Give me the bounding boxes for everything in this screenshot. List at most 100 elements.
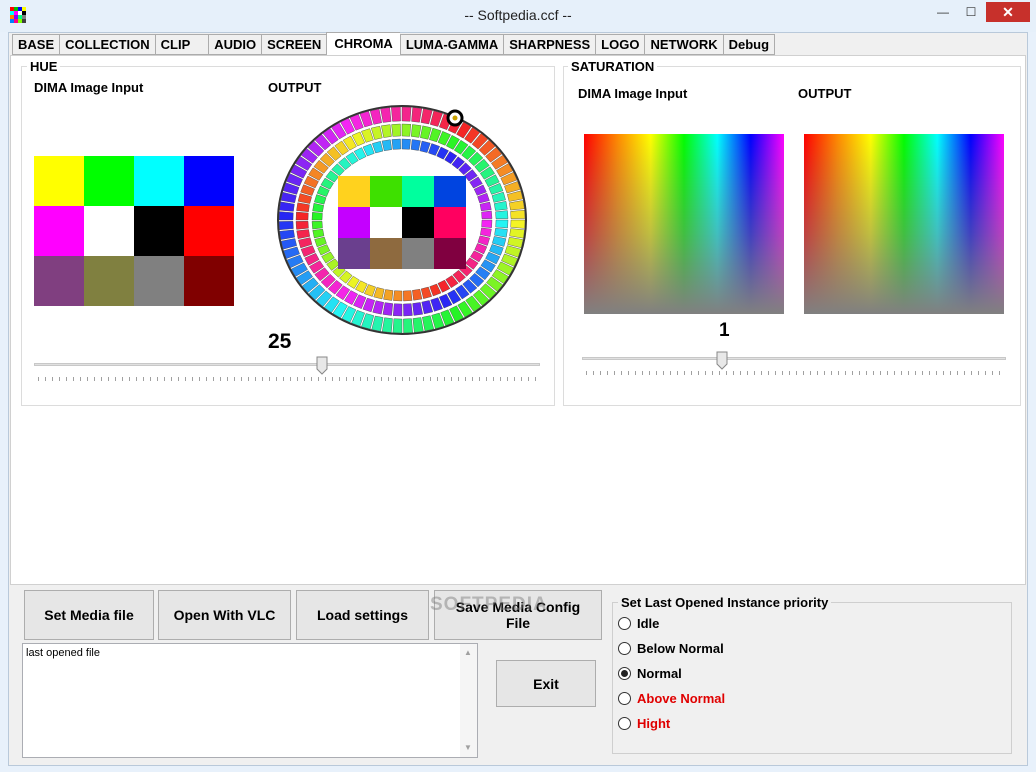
hue-input-swatch — [184, 156, 234, 206]
priority-option-hight[interactable]: Hight — [618, 711, 725, 736]
saturation-slider-thumb[interactable] — [716, 351, 728, 370]
tab-network[interactable]: NETWORK — [644, 34, 723, 55]
hue-slider-thumb[interactable] — [316, 356, 328, 375]
hue-output-swatch — [338, 207, 370, 238]
hue-wheel-segment — [479, 201, 492, 212]
hue-wheel-segment — [372, 300, 384, 315]
hue-wheel-segment — [412, 288, 423, 301]
hue-wheel-segment — [401, 106, 412, 122]
hue-output-swatch-grid — [338, 176, 466, 269]
radio-hight[interactable] — [618, 717, 631, 730]
hue-output-swatch — [338, 238, 370, 269]
tab-debug[interactable]: Debug — [722, 34, 776, 55]
hue-wheel-segment — [279, 201, 295, 212]
last-opened-file-textarea[interactable]: last opened file ▲ ▼ — [22, 643, 478, 758]
radio-above-normal[interactable] — [618, 692, 631, 705]
hue-wheel-segment — [391, 138, 401, 150]
close-button[interactable]: ✕ — [986, 2, 1030, 22]
tab-luma-gamma[interactable]: LUMA-GAMMA — [399, 34, 504, 55]
hue-wheel-segment — [495, 210, 509, 220]
hue-wheel-segment — [510, 209, 526, 219]
hue-input-swatch — [84, 156, 134, 206]
tab-base[interactable]: BASE — [12, 34, 60, 55]
scroll-up-icon[interactable]: ▲ — [464, 648, 472, 657]
hue-wheel-segment — [481, 210, 493, 220]
hue-wheel-segment — [296, 229, 311, 239]
hue-slider-track[interactable] — [34, 363, 540, 366]
hue-output-swatch — [434, 176, 466, 207]
hue-wheel-segment — [419, 140, 431, 153]
hue-wheel-segment — [381, 124, 392, 138]
hue-wheel-segment — [391, 106, 401, 122]
radio-normal[interactable] — [618, 667, 631, 680]
last-opened-file-text: last opened file — [26, 647, 100, 659]
scroll-down-icon[interactable]: ▼ — [464, 743, 472, 752]
textarea-scrollbar[interactable]: ▲ ▼ — [460, 644, 477, 757]
hue-wheel-segment — [403, 303, 413, 317]
hue-input-swatch — [134, 156, 184, 206]
tab-audio[interactable]: AUDIO — [208, 34, 262, 55]
open-with-vlc-button[interactable]: Open With VLC — [158, 590, 291, 640]
hue-wheel-segment — [494, 227, 508, 238]
load-settings-button[interactable]: Load settings — [296, 590, 429, 640]
hue-wheel-segment — [311, 220, 323, 230]
tab-sharpness[interactable]: SHARPNESS — [503, 34, 596, 55]
hue-input-swatch — [134, 206, 184, 256]
radio-below-normal[interactable] — [618, 642, 631, 655]
saturation-slider-track[interactable] — [582, 357, 1006, 360]
hue-wheel-segment — [381, 317, 393, 333]
hue-input-swatch — [184, 256, 234, 306]
hue-wheel-segment — [480, 227, 492, 237]
hue-wheel-segment — [422, 315, 435, 332]
priority-label-above-normal: Above Normal — [637, 691, 726, 706]
set-media-file-button[interactable]: Set Media file — [24, 590, 154, 640]
saturation-slider-ticks — [586, 371, 1002, 375]
saturation-output-image — [804, 134, 1004, 314]
radio-idle[interactable] — [618, 617, 631, 630]
hue-output-swatch — [370, 207, 402, 238]
hue-wheel-segment — [369, 108, 382, 125]
exit-button[interactable]: Exit — [496, 660, 596, 707]
priority-option-above-normal[interactable]: Above Normal — [618, 686, 725, 711]
minimize-button[interactable]: — — [930, 2, 956, 22]
hue-input-label: DIMA Image Input — [34, 80, 144, 95]
hue-wheel-segment — [403, 318, 413, 334]
hue-wheel-segment — [420, 108, 433, 125]
hue-wheel-segment — [401, 123, 412, 137]
hue-output-swatch — [402, 238, 434, 269]
hue-wheel-segment — [296, 202, 310, 213]
tab-clip[interactable]: CLIP — [154, 34, 209, 55]
tab-logo[interactable]: LOGO — [595, 34, 645, 55]
hue-wheel-segment — [510, 219, 526, 229]
maximize-button[interactable]: ☐ — [958, 2, 984, 22]
priority-option-below-normal[interactable]: Below Normal — [618, 636, 725, 661]
tab-collection[interactable]: COLLECTION — [59, 34, 155, 55]
hue-wheel-segment — [383, 289, 394, 301]
hue-wheel-segment — [372, 141, 384, 154]
hue-input-swatch — [134, 256, 184, 306]
hue-wheel-segment — [495, 219, 509, 229]
priority-label-idle: Idle — [637, 616, 660, 631]
tab-screen[interactable]: SCREEN — [261, 34, 327, 55]
hue-wheel-segment — [312, 203, 324, 213]
hue-input-swatch — [34, 206, 84, 256]
priority-option-normal[interactable]: Normal — [618, 661, 725, 686]
hue-input-swatch — [34, 256, 84, 306]
hue-output-label: OUTPUT — [268, 80, 322, 95]
tab-strip: BASE COLLECTION CLIP AUDIO SCREEN CHROMA… — [12, 32, 776, 55]
priority-label-below-normal: Below Normal — [637, 641, 724, 656]
hue-wheel-segment — [295, 211, 309, 221]
hue-value: 25 — [268, 330, 292, 353]
priority-label-hight: Hight — [637, 716, 671, 731]
hue-wheel-segment — [295, 220, 309, 230]
hue-wheel-segment — [279, 229, 295, 240]
hue-wheel-segment — [380, 107, 392, 123]
hue-wheel-segment — [411, 107, 423, 123]
hue-group-title: HUE — [27, 59, 61, 74]
tab-chroma[interactable]: CHROMA — [326, 32, 400, 55]
hue-wheel-segment — [373, 287, 385, 300]
hue-input-swatch — [84, 256, 134, 306]
priority-option-idle[interactable]: Idle — [618, 611, 725, 636]
hue-output-swatch — [338, 176, 370, 207]
hue-output-swatch — [402, 207, 434, 238]
